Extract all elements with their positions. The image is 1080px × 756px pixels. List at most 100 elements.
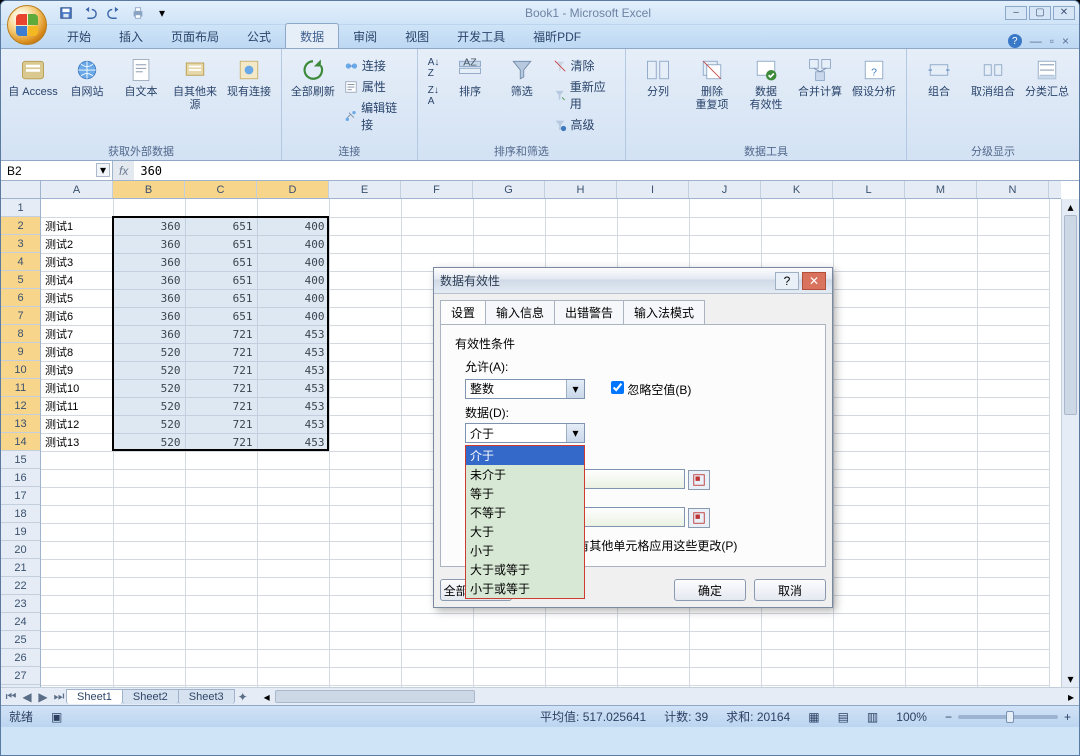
- cell[interactable]: [113, 523, 185, 541]
- cell[interactable]: 453: [257, 379, 329, 397]
- cell[interactable]: 721: [185, 433, 257, 451]
- cell[interactable]: [905, 379, 977, 397]
- qat-customize-icon[interactable]: ▾: [153, 4, 171, 22]
- office-button[interactable]: [7, 5, 47, 45]
- sheet-nav-prev-icon[interactable]: ◀: [19, 689, 35, 705]
- cell[interactable]: [977, 307, 1049, 325]
- cell[interactable]: [905, 199, 977, 217]
- cell[interactable]: 721: [185, 415, 257, 433]
- data-option[interactable]: 等于: [466, 484, 584, 503]
- cell[interactable]: [401, 199, 473, 217]
- cell[interactable]: [833, 649, 905, 667]
- allow-select[interactable]: 整数▾: [465, 379, 585, 399]
- cell[interactable]: [833, 325, 905, 343]
- row-header[interactable]: 5: [1, 271, 40, 289]
- cell[interactable]: [329, 271, 401, 289]
- cell[interactable]: [833, 343, 905, 361]
- sort-desc-button[interactable]: Z↓A: [424, 84, 444, 108]
- cell[interactable]: [257, 451, 329, 469]
- zoom-level[interactable]: 100%: [896, 710, 927, 724]
- sheet-tab[interactable]: Sheet2: [122, 689, 179, 704]
- cell[interactable]: [761, 631, 833, 649]
- cell[interactable]: [689, 217, 761, 235]
- formula-input[interactable]: [134, 161, 1079, 180]
- cell[interactable]: [545, 217, 617, 235]
- sort-asc-button[interactable]: A↓Z: [424, 56, 444, 80]
- cell[interactable]: 453: [257, 325, 329, 343]
- mdi-restore-button[interactable]: ▫: [1050, 34, 1054, 48]
- cell[interactable]: [185, 613, 257, 631]
- cell[interactable]: [329, 541, 401, 559]
- data-option[interactable]: 大于: [466, 522, 584, 541]
- cell[interactable]: [41, 199, 113, 217]
- cell[interactable]: [401, 217, 473, 235]
- cell[interactable]: [401, 631, 473, 649]
- cell[interactable]: [977, 577, 1049, 595]
- cell[interactable]: [329, 505, 401, 523]
- cell[interactable]: [185, 487, 257, 505]
- cell[interactable]: [977, 217, 1049, 235]
- cell[interactable]: [905, 469, 977, 487]
- cell[interactable]: [41, 523, 113, 541]
- sheet-tab[interactable]: Sheet1: [66, 689, 123, 704]
- select-all-corner[interactable]: [1, 181, 41, 199]
- cell[interactable]: [833, 235, 905, 253]
- column-header[interactable]: K: [761, 181, 833, 198]
- cell[interactable]: [329, 595, 401, 613]
- row-header[interactable]: 22: [1, 577, 40, 595]
- cell[interactable]: 测试13: [41, 433, 113, 451]
- row-header[interactable]: 1: [1, 199, 40, 217]
- cell[interactable]: [329, 361, 401, 379]
- cell[interactable]: [185, 595, 257, 613]
- cell[interactable]: 651: [185, 235, 257, 253]
- cell[interactable]: [977, 397, 1049, 415]
- cell[interactable]: [545, 613, 617, 631]
- cell[interactable]: [185, 505, 257, 523]
- ignore-blank-checkbox[interactable]: 忽略空值(B): [601, 381, 691, 398]
- cell[interactable]: [833, 271, 905, 289]
- scroll-right-icon[interactable]: ▸: [1063, 688, 1079, 705]
- cell[interactable]: [329, 451, 401, 469]
- view-page-break-icon[interactable]: ▥: [867, 710, 878, 724]
- cell[interactable]: [329, 235, 401, 253]
- zoom-in-icon[interactable]: +: [1064, 710, 1071, 724]
- row-header[interactable]: 2: [1, 217, 40, 235]
- cell[interactable]: [761, 199, 833, 217]
- cell[interactable]: [41, 577, 113, 595]
- cell[interactable]: 453: [257, 415, 329, 433]
- close-button[interactable]: ✕: [1053, 6, 1075, 20]
- cell[interactable]: [113, 559, 185, 577]
- row-header[interactable]: 16: [1, 469, 40, 487]
- cell[interactable]: 453: [257, 433, 329, 451]
- cell[interactable]: [833, 595, 905, 613]
- cell[interactable]: [833, 631, 905, 649]
- cell[interactable]: [905, 271, 977, 289]
- column-header[interactable]: J: [689, 181, 761, 198]
- cell[interactable]: [977, 523, 1049, 541]
- dialog-tab-error-alert[interactable]: 出错警告: [554, 300, 624, 324]
- column-header[interactable]: E: [329, 181, 401, 198]
- cell[interactable]: [833, 361, 905, 379]
- cell[interactable]: [257, 487, 329, 505]
- save-icon[interactable]: [57, 4, 75, 22]
- minimize-button[interactable]: –: [1005, 6, 1027, 20]
- horizontal-scrollbar[interactable]: ◂ ▸: [259, 688, 1079, 705]
- cell[interactable]: [473, 217, 545, 235]
- cell[interactable]: 651: [185, 217, 257, 235]
- cell[interactable]: [113, 649, 185, 667]
- cell[interactable]: [41, 667, 113, 685]
- cell[interactable]: [833, 253, 905, 271]
- cell[interactable]: 360: [113, 289, 185, 307]
- cell[interactable]: 721: [185, 397, 257, 415]
- chevron-down-icon[interactable]: ▾: [566, 380, 584, 398]
- cell[interactable]: [977, 343, 1049, 361]
- scroll-left-icon[interactable]: ◂: [259, 688, 275, 705]
- cell[interactable]: 测试10: [41, 379, 113, 397]
- tab-page-layout[interactable]: 页面布局: [157, 24, 233, 48]
- data-select[interactable]: 介于▾: [465, 423, 585, 443]
- cell[interactable]: [113, 469, 185, 487]
- scroll-thumb[interactable]: [275, 690, 475, 703]
- cell[interactable]: [257, 523, 329, 541]
- zoom-slider[interactable]: [958, 715, 1058, 719]
- cell[interactable]: [473, 199, 545, 217]
